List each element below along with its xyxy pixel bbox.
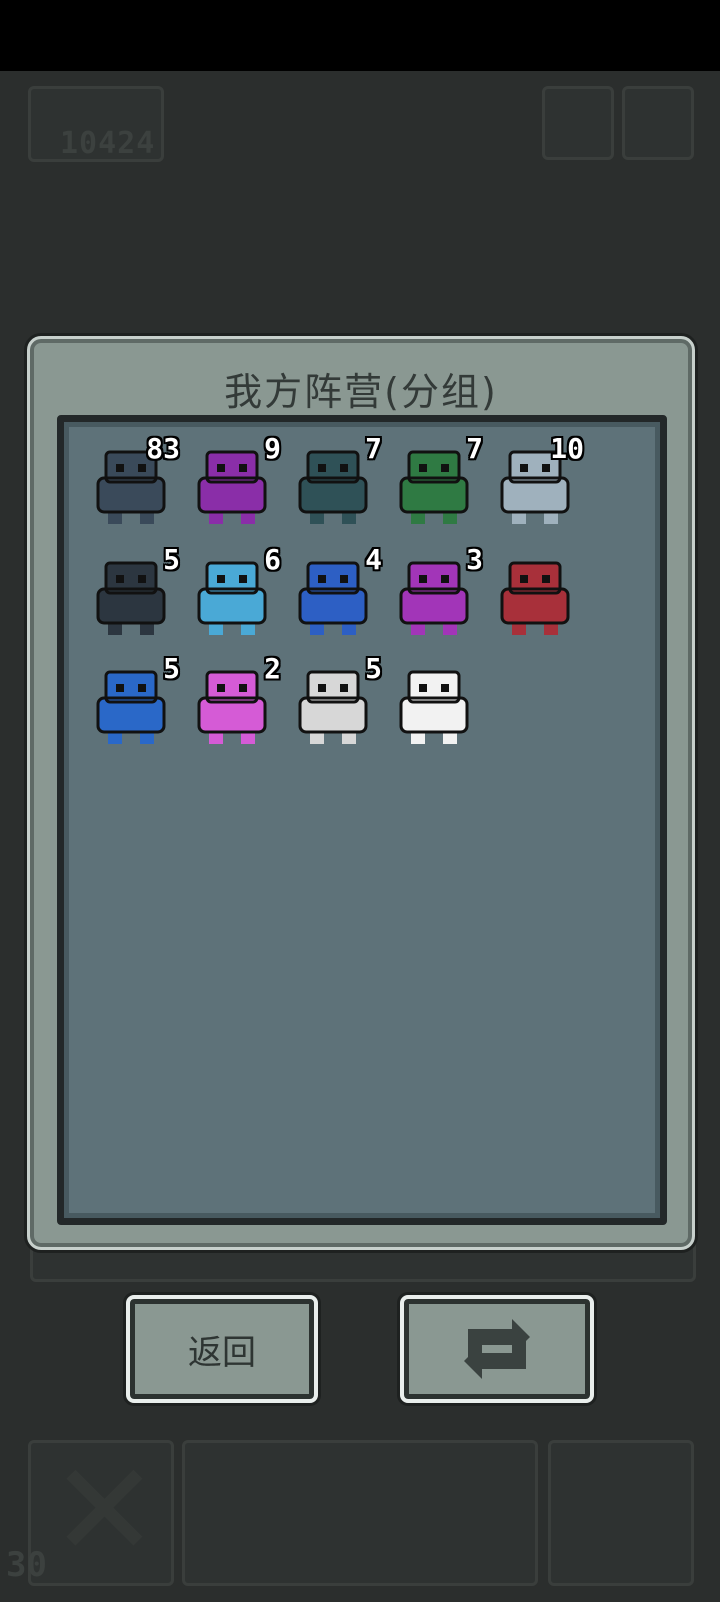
unit-slot[interactable]: 2: [185, 652, 281, 756]
unit-slot[interactable]: 7: [286, 432, 382, 536]
back-button-label: 返回: [188, 1332, 256, 1373]
clock-cube-icon: [298, 561, 368, 635]
unit-count: 2: [264, 652, 281, 685]
unit-count: 4: [365, 543, 382, 576]
unit-slot[interactable]: 83: [84, 432, 180, 536]
unit-count: 7: [365, 432, 382, 465]
unit-count: 83: [146, 432, 180, 465]
unit-slot[interactable]: 5: [84, 543, 180, 647]
unit-slot[interactable]: 6: [185, 543, 281, 647]
unit-slot[interactable]: 5: [84, 652, 180, 756]
background-score: 10424: [60, 126, 156, 161]
background-center-panel: [182, 1440, 538, 1586]
cthulhu-icon: [298, 450, 368, 524]
ice-golem-icon: [197, 561, 267, 635]
swap-button[interactable]: [400, 1295, 594, 1403]
unit-slot[interactable]: 7: [387, 432, 483, 536]
status-bar: [0, 0, 720, 71]
unit-count: 6: [264, 543, 281, 576]
purple-demon-icon: [399, 561, 469, 635]
white-wizard-icon: [298, 670, 368, 744]
background-button: [542, 86, 614, 160]
rune-cube-icon: [96, 670, 166, 744]
unit-slot[interactable]: 10: [488, 432, 584, 536]
unit-slot[interactable]: [488, 547, 584, 647]
unit-count: 5: [163, 543, 180, 576]
army-dialog: 我方阵营(分组) 83 9 7 7 10 5 6 4 3 5 2 5: [27, 336, 695, 1250]
background-player-panel: [548, 1440, 694, 1586]
unit-slot[interactable]: [387, 656, 483, 756]
unit-count: 3: [466, 543, 483, 576]
unit-count: 5: [365, 652, 382, 685]
unit-count: 5: [163, 652, 180, 685]
minotaur-icon: [399, 450, 469, 524]
unit-count: 10: [550, 432, 584, 465]
white-ghost-icon: [399, 670, 469, 744]
unit-grid: 83 9 7 7 10 5 6 4 3 5 2 5: [57, 415, 667, 1225]
unit-count: 7: [466, 432, 483, 465]
unit-slot[interactable]: 4: [286, 543, 382, 647]
purple-dragon-icon: [197, 450, 267, 524]
background-level: 30: [6, 1545, 47, 1585]
dark-machine-icon: [96, 561, 166, 635]
swap-icon: [464, 1319, 530, 1379]
pink-demon-icon: [197, 670, 267, 744]
background-close-icon: ✕: [50, 1434, 159, 1586]
unit-slot[interactable]: 5: [286, 652, 382, 756]
back-button[interactable]: 返回: [126, 1295, 318, 1403]
red-boot-icon: [500, 561, 570, 635]
background-button: [622, 86, 694, 160]
unit-slot[interactable]: 9: [185, 432, 281, 536]
unit-slot[interactable]: 3: [387, 543, 483, 647]
unit-count: 9: [264, 432, 281, 465]
dialog-title: 我方阵营(分组): [224, 370, 498, 414]
